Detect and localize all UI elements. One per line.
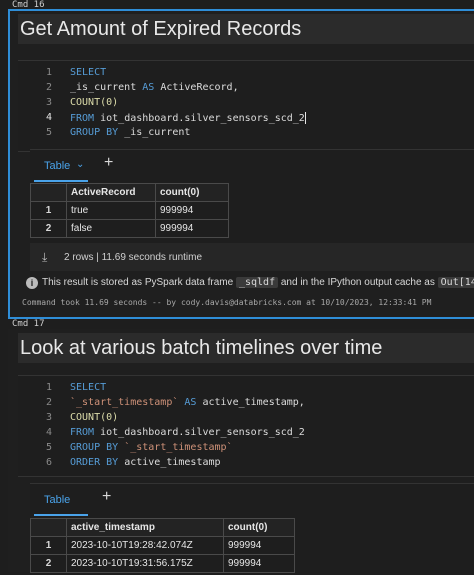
line-number: 2 bbox=[45, 82, 52, 93]
sql-keyword: GROUP BY bbox=[70, 442, 119, 453]
sql-keyword: AS bbox=[184, 397, 197, 408]
tab-label: Table bbox=[44, 494, 71, 506]
tab-table[interactable]: Table bbox=[34, 488, 88, 516]
sql-keyword: FROM bbox=[70, 113, 95, 124]
table-cell: 2023-10-10T19:31:56.175Z bbox=[66, 554, 224, 573]
line-number: 6 bbox=[45, 457, 52, 468]
table-row: 1 true 999994 bbox=[30, 201, 229, 220]
code-text: _is_current bbox=[70, 82, 143, 93]
sql-keyword: ORDER BY bbox=[70, 457, 119, 468]
sql-keyword: SELECT bbox=[70, 382, 107, 393]
tab-table[interactable]: Table ⌄ bbox=[34, 154, 88, 182]
results-table: active_timestamp count(0) 1 2023-10-10T1… bbox=[30, 518, 295, 573]
row-index: 2 bbox=[30, 219, 67, 238]
table-cell: 999994 bbox=[223, 554, 295, 573]
code-line: SELECT bbox=[70, 382, 106, 393]
info-bar: i This result is stored as PySpark data … bbox=[22, 275, 474, 293]
sql-keyword: FROM bbox=[70, 427, 95, 438]
table-header-row: ActiveRecord count(0) bbox=[30, 183, 229, 202]
code-line: ORDER BY active_timestamp bbox=[70, 457, 221, 468]
notebook-cell-16[interactable]: Get Amount of Expired Records 1 2 3 4 5 … bbox=[8, 9, 474, 319]
code-line: COUNT(0) bbox=[70, 412, 118, 423]
results-footer: ⤓ 2 rows | 11.69 seconds runtime bbox=[30, 243, 474, 271]
row-index: 2 bbox=[30, 554, 67, 573]
column-header[interactable]: active_timestamp bbox=[66, 518, 224, 537]
column-header[interactable]: count(0) bbox=[155, 183, 229, 202]
sql-identifier: `_start_timestamp` bbox=[124, 442, 233, 453]
table-row: 1 2023-10-10T19:28:42.074Z 999994 bbox=[30, 536, 295, 555]
plus-icon[interactable]: + bbox=[104, 154, 113, 172]
sql-keyword: GROUP BY bbox=[70, 127, 119, 138]
sql-function: COUNT(0) bbox=[70, 412, 119, 423]
info-text: This result is stored as PySpark data fr… bbox=[42, 277, 474, 288]
code-text: active_timestamp, bbox=[196, 397, 305, 408]
row-index-header bbox=[30, 518, 67, 537]
dataframe-name-chip: _sqldf bbox=[235, 277, 279, 288]
row-index: 1 bbox=[30, 201, 67, 220]
table-cell: 999994 bbox=[155, 219, 229, 238]
code-text: ActiveRecord, bbox=[154, 82, 239, 93]
table-cell: 999994 bbox=[223, 536, 295, 555]
code-text: iot_dashboard.silver_sensors_scd_2 bbox=[94, 113, 305, 124]
sql-identifier: `_start_timestamp` bbox=[70, 397, 179, 408]
code-text: _is_current bbox=[118, 127, 191, 138]
table-cell: false bbox=[66, 219, 156, 238]
code-editor[interactable]: 1 2 3 4 5 SELECT _is_current AS ActiveRe… bbox=[18, 60, 474, 152]
chevron-down-icon[interactable]: ⌄ bbox=[76, 159, 84, 170]
sql-function: COUNT(0) bbox=[70, 97, 119, 108]
column-header[interactable]: ActiveRecord bbox=[66, 183, 156, 202]
info-text-part: and in the IPython output cache as bbox=[278, 277, 438, 288]
plus-icon[interactable]: + bbox=[102, 488, 111, 506]
cell-title: Get Amount of Expired Records bbox=[18, 14, 474, 44]
code-text: active_timestamp bbox=[118, 457, 221, 468]
column-header[interactable]: count(0) bbox=[223, 518, 295, 537]
code-line: _is_current AS ActiveRecord, bbox=[70, 82, 239, 93]
table-cell: 999994 bbox=[155, 201, 229, 220]
table-row: 2 2023-10-10T19:31:56.175Z 999994 bbox=[30, 554, 295, 573]
code-line: FROM iot_dashboard.silver_sensors_scd_2 bbox=[70, 427, 305, 438]
line-number: 2 bbox=[45, 397, 52, 408]
text-cursor bbox=[304, 112, 306, 124]
line-number: 1 bbox=[45, 382, 52, 393]
row-count-runtime: 2 rows | 11.69 seconds runtime bbox=[64, 252, 203, 263]
tab-label: Table bbox=[44, 160, 71, 172]
code-line: GROUP BY _is_current bbox=[70, 127, 190, 138]
info-text-part: This result is stored as PySpark data fr… bbox=[42, 277, 236, 288]
results-tab-bar: Table ⌄ + bbox=[30, 150, 170, 182]
table-header-row: active_timestamp count(0) bbox=[30, 518, 295, 537]
code-line: FROM iot_dashboard.silver_sensors_scd_2 bbox=[70, 112, 306, 124]
sql-keyword: SELECT bbox=[70, 67, 107, 78]
sql-keyword: AS bbox=[142, 82, 155, 93]
line-number: 4 bbox=[45, 427, 52, 438]
command-took: Command took 11.69 seconds -- by cody.da… bbox=[22, 298, 432, 307]
cell-label: Cmd 17 bbox=[12, 319, 45, 329]
code-line: GROUP BY `_start_timestamp` bbox=[70, 442, 233, 453]
line-number: 1 bbox=[45, 67, 52, 78]
line-number: 5 bbox=[45, 442, 52, 453]
code-line: `_start_timestamp` AS active_timestamp, bbox=[70, 397, 305, 408]
line-number: 4 bbox=[45, 112, 52, 123]
cell-title: Look at various batch timelines over tim… bbox=[18, 333, 474, 363]
results-panel: Table ⌄ + ActiveRecord count(0) 1 true 9… bbox=[30, 149, 474, 271]
output-cache-chip: Out[14] bbox=[437, 277, 474, 288]
table-cell: 2023-10-10T19:28:42.074Z bbox=[66, 536, 224, 555]
table-cell: true bbox=[66, 201, 156, 220]
line-number: 3 bbox=[45, 412, 52, 423]
code-line: SELECT bbox=[70, 67, 106, 78]
results-table: ActiveRecord count(0) 1 true 999994 2 fa… bbox=[30, 183, 229, 238]
info-icon: i bbox=[26, 277, 38, 289]
results-tab-bar: Table + bbox=[30, 484, 170, 516]
code-editor[interactable]: 1 2 3 4 5 6 SELECT `_start_timestamp` AS… bbox=[18, 375, 474, 477]
notebook-cell-17[interactable]: Look at various batch timelines over tim… bbox=[8, 329, 474, 575]
line-number: 3 bbox=[45, 97, 52, 108]
row-index-header bbox=[30, 183, 67, 202]
code-line: COUNT(0) bbox=[70, 97, 118, 108]
row-index: 1 bbox=[30, 536, 67, 555]
results-panel: Table + active_timestamp count(0) 1 2023… bbox=[30, 483, 474, 575]
code-text: iot_dashboard.silver_sensors_scd_2 bbox=[94, 427, 305, 438]
download-icon[interactable]: ⤓ bbox=[42, 250, 47, 265]
line-number: 5 bbox=[45, 127, 52, 138]
table-row: 2 false 999994 bbox=[30, 219, 229, 238]
